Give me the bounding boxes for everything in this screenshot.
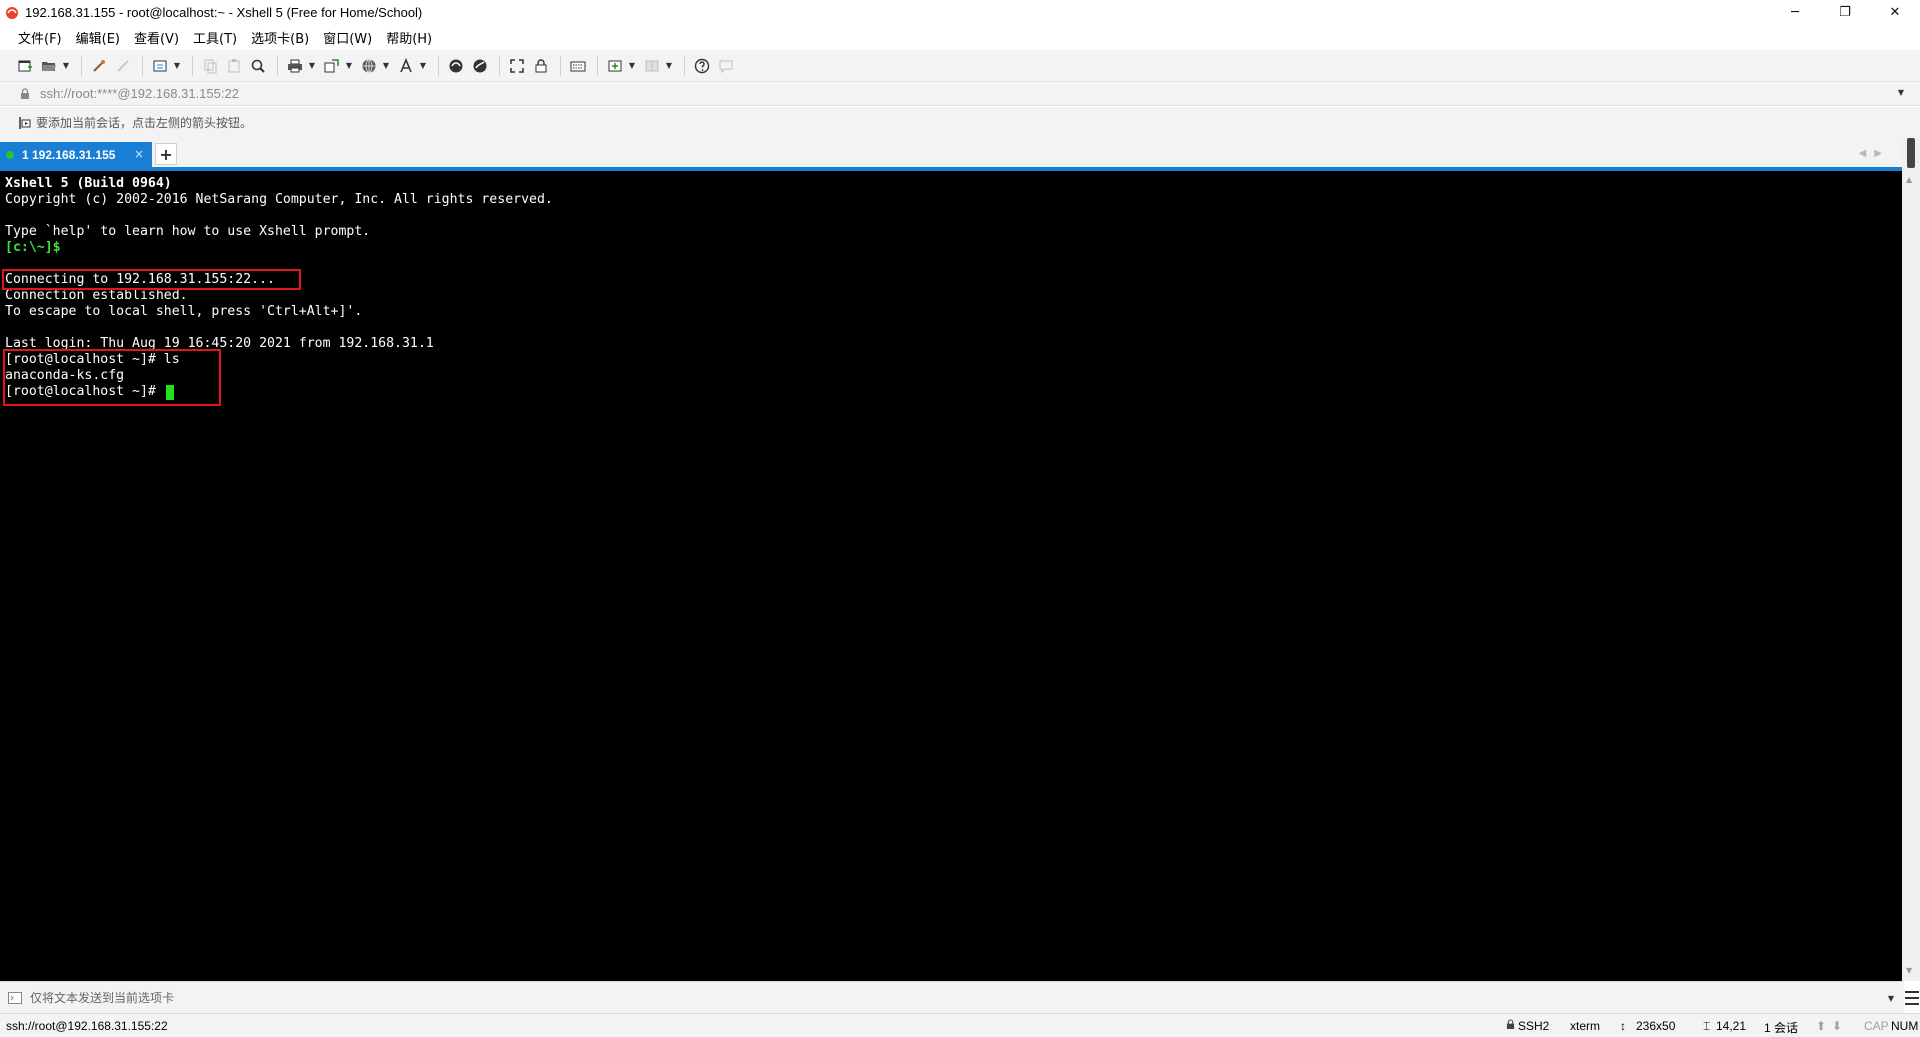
close-button[interactable]: ✕ bbox=[1870, 0, 1920, 25]
tab-label: 1 192.168.31.155 bbox=[22, 148, 116, 162]
tab-session-1[interactable]: 1 192.168.31.155 × bbox=[0, 142, 152, 168]
status-size-icon: ↕ bbox=[1620, 1019, 1626, 1033]
xmanager-icon[interactable] bbox=[469, 55, 491, 77]
tab-scroll-arrows-icon[interactable]: ◀▶ bbox=[1859, 148, 1890, 159]
fullscreen-icon[interactable] bbox=[506, 55, 528, 77]
status-lock-icon bbox=[1506, 1019, 1515, 1033]
hamburger-menu-icon[interactable] bbox=[1904, 990, 1920, 1006]
minimize-button[interactable]: ─ bbox=[1770, 0, 1820, 25]
terminal-line: Connection established. bbox=[5, 288, 188, 303]
copy-icon[interactable] bbox=[199, 55, 221, 77]
session-hint-text: 要添加当前会话，点击左侧的箭头按钮。 bbox=[36, 116, 253, 130]
toolbar-separator bbox=[499, 55, 500, 76]
compose-target-label[interactable]: 仅将文本发送到当前选项卡 bbox=[30, 989, 174, 1006]
terminal-line: Type `help' to learn how to use Xshell p… bbox=[5, 224, 371, 239]
terminal-area[interactable]: Xshell 5 (Build 0964) Copyright (c) 2002… bbox=[0, 171, 1902, 981]
menu-tools[interactable]: 工具(T) bbox=[193, 28, 237, 47]
add-tab-button[interactable]: + bbox=[155, 143, 177, 165]
disconnect-icon[interactable] bbox=[112, 55, 134, 77]
globe-dropdown-icon[interactable]: ▼ bbox=[382, 55, 390, 77]
tab-bar: 1 192.168.31.155 × + ◀▶ bbox=[0, 138, 1920, 168]
window-title: 192.168.31.155 - root@localhost:~ - Xshe… bbox=[25, 5, 423, 20]
address-input[interactable]: ssh://root:****@192.168.31.155:22 bbox=[40, 86, 239, 101]
properties-dropdown-icon[interactable]: ▼ bbox=[173, 55, 181, 77]
scrollbar-thumb[interactable] bbox=[1907, 138, 1915, 168]
print-dropdown-icon[interactable]: ▼ bbox=[308, 55, 316, 77]
transfer-icon[interactable] bbox=[321, 55, 343, 77]
tab-close-icon[interactable]: × bbox=[134, 147, 144, 161]
terminal-line: Copyright (c) 2002-2016 NetSarang Comput… bbox=[5, 192, 553, 207]
status-num: NUM bbox=[1891, 1019, 1919, 1033]
toolbar-separator bbox=[438, 55, 439, 76]
menu-window[interactable]: 窗口(W) bbox=[323, 28, 372, 47]
download-arrow-icon: ⬇ bbox=[1832, 1019, 1843, 1033]
scroll-up-icon[interactable]: ▲ bbox=[1906, 175, 1912, 184]
help-icon[interactable] bbox=[691, 55, 713, 77]
status-bar: ssh://root@192.168.31.155:22 SSH2 xterm … bbox=[0, 1013, 1920, 1037]
terminal-line: [c:\~]$ bbox=[5, 240, 61, 255]
highlight-box-commands bbox=[3, 349, 221, 406]
terminal-line: Xshell 5 (Build 0964) bbox=[5, 176, 172, 191]
add-session-arrow-icon[interactable] bbox=[18, 116, 32, 130]
menu-bar: 文件(F) 编辑(E) 查看(V) 工具(T) 选项卡(B) 窗口(W) 帮助(… bbox=[0, 25, 1920, 50]
new-tab-icon[interactable] bbox=[604, 55, 626, 77]
toolbar-separator bbox=[192, 55, 193, 76]
toolbar-separator bbox=[277, 55, 278, 76]
menu-tabs[interactable]: 选项卡(B) bbox=[251, 28, 309, 47]
new-session-icon[interactable] bbox=[14, 55, 36, 77]
open-dropdown-icon[interactable]: ▼ bbox=[62, 55, 70, 77]
status-size: 236x50 bbox=[1636, 1019, 1676, 1033]
new-tab-dropdown-icon[interactable]: ▼ bbox=[628, 55, 636, 77]
toolbar: ▼ ▼ ▼ ▼ ▼ ▼ ▼ ▼ bbox=[0, 50, 1920, 82]
print-icon[interactable] bbox=[284, 55, 306, 77]
status-connection: ssh://root@192.168.31.155:22 bbox=[6, 1019, 168, 1033]
terminal-line: To escape to local shell, press 'Ctrl+Al… bbox=[5, 304, 363, 319]
xftp-icon[interactable] bbox=[445, 55, 467, 77]
menu-help[interactable]: 帮助(H) bbox=[386, 28, 432, 47]
layout-icon[interactable] bbox=[641, 55, 663, 77]
status-terminal-type: xterm bbox=[1570, 1019, 1600, 1033]
find-icon[interactable] bbox=[247, 55, 269, 77]
layout-dropdown-icon[interactable]: ▼ bbox=[665, 55, 673, 77]
paste-icon[interactable] bbox=[223, 55, 245, 77]
highlight-box-connecting bbox=[2, 269, 301, 290]
vertical-scrollbar[interactable]: ▲ ▼ bbox=[1902, 138, 1920, 981]
toolbar-separator bbox=[142, 55, 143, 76]
toolbar-separator bbox=[684, 55, 685, 76]
compose-bar[interactable]: 仅将文本发送到当前选项卡 ▼ bbox=[0, 981, 1904, 1013]
globe-icon[interactable] bbox=[358, 55, 380, 77]
connect-icon[interactable] bbox=[88, 55, 110, 77]
toolbar-separator bbox=[81, 55, 82, 76]
scroll-down-icon[interactable]: ▼ bbox=[1906, 966, 1912, 975]
chevron-down-icon[interactable]: ▼ bbox=[1898, 88, 1904, 97]
open-folder-icon[interactable] bbox=[38, 55, 60, 77]
toolbar-separator bbox=[597, 55, 598, 76]
transfer-dropdown-icon[interactable]: ▼ bbox=[345, 55, 353, 77]
status-protocol: SSH2 bbox=[1518, 1019, 1550, 1033]
restore-button[interactable]: ❐ bbox=[1820, 0, 1870, 25]
menu-edit[interactable]: 编辑(E) bbox=[76, 28, 120, 47]
status-sessions: 1 会话 bbox=[1764, 1021, 1799, 1035]
toolbar-separator bbox=[560, 55, 561, 76]
menu-file[interactable]: 文件(F) bbox=[18, 28, 62, 47]
address-bar[interactable]: ssh://root:****@192.168.31.155:22 ▼ bbox=[0, 82, 1920, 106]
upload-arrow-icon: ⬆ bbox=[1816, 1019, 1827, 1033]
title-bar: 192.168.31.155 - root@localhost:~ - Xshe… bbox=[0, 0, 1920, 25]
xshell-app-icon bbox=[4, 5, 20, 21]
font-icon[interactable] bbox=[395, 55, 417, 77]
keyboard-icon[interactable] bbox=[567, 55, 589, 77]
lock-icon[interactable] bbox=[530, 55, 552, 77]
connected-status-icon bbox=[6, 151, 14, 159]
menu-view[interactable]: 查看(V) bbox=[134, 28, 179, 47]
chat-icon[interactable] bbox=[715, 55, 737, 77]
status-caps: CAP bbox=[1864, 1019, 1889, 1033]
chevron-down-icon[interactable]: ▼ bbox=[1888, 994, 1894, 1003]
compose-icon bbox=[8, 991, 24, 1005]
lock-icon bbox=[20, 87, 34, 101]
status-cursor-position: 14,21 bbox=[1716, 1019, 1747, 1033]
properties-icon[interactable] bbox=[149, 55, 171, 77]
font-dropdown-icon[interactable]: ▼ bbox=[419, 55, 427, 77]
status-cursor-icon: ⌶ bbox=[1703, 1019, 1711, 1033]
session-hint-bar: 要添加当前会话，点击左侧的箭头按钮。 bbox=[0, 107, 1920, 138]
